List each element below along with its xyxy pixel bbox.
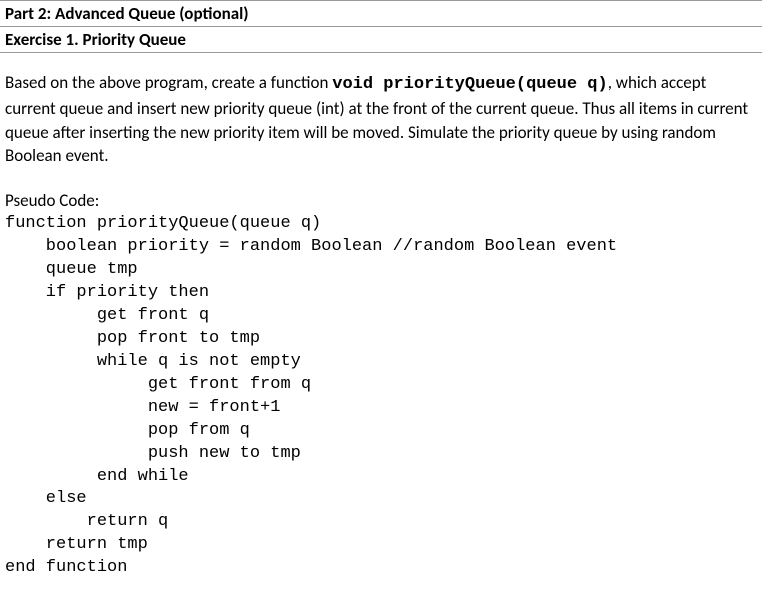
exercise-title: Exercise 1. Priority Queue xyxy=(0,27,762,52)
code-line: pop from q xyxy=(5,420,757,443)
description-prefix: Based on the above program, create a fun… xyxy=(5,72,332,93)
code-line: push new to tmp xyxy=(5,443,757,466)
code-line: pop front to tmp xyxy=(5,328,757,351)
code-line: end while xyxy=(5,466,757,489)
code-line: if priority then xyxy=(5,282,757,305)
code-line: queue tmp xyxy=(5,259,757,282)
header-section: Part 2: Advanced Queue (optional) Exerci… xyxy=(0,0,762,53)
code-line: function priorityQueue(queue q) xyxy=(5,213,757,236)
code-line: return q xyxy=(5,511,757,534)
code-line: get front from q xyxy=(5,374,757,397)
code-line: else xyxy=(5,488,757,511)
exercise-description: Based on the above program, create a fun… xyxy=(5,71,757,168)
pseudo-code-label: Pseudo Code: xyxy=(5,190,757,211)
code-line: boolean priority = random Boolean //rand… xyxy=(5,236,757,259)
part-title: Part 2: Advanced Queue (optional) xyxy=(0,1,762,27)
code-line: get front q xyxy=(5,305,757,328)
function-signature: void priorityQueue(queue q) xyxy=(332,75,607,94)
code-line: new = front+1 xyxy=(5,397,757,420)
code-line: while q is not empty xyxy=(5,351,757,374)
code-line: end function xyxy=(5,557,757,580)
pseudo-code-block: function priorityQueue(queue q) boolean … xyxy=(5,213,757,580)
content-area: Based on the above program, create a fun… xyxy=(0,53,762,580)
code-line: return tmp xyxy=(5,534,757,557)
